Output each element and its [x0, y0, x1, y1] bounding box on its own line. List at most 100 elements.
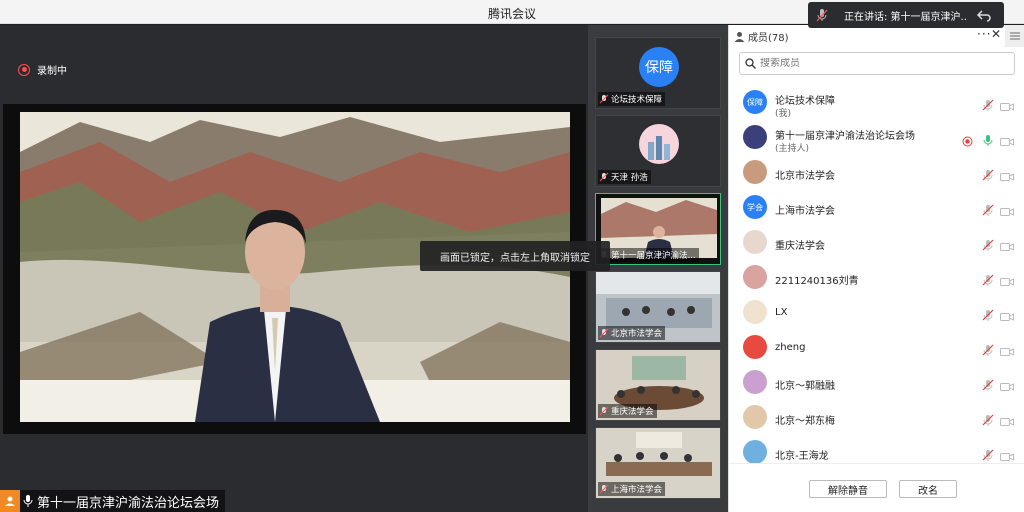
member-name: zheng [775, 342, 806, 353]
camera-icon[interactable] [1000, 237, 1014, 256]
member-name: 第十一届京津沪渝法治论坛会场 [775, 131, 915, 142]
avatar [743, 370, 767, 394]
mic-muted-icon [599, 328, 609, 338]
mic-icon[interactable] [982, 131, 994, 150]
lock-tooltip: 画面已锁定，点击左上角取消锁定 [420, 241, 610, 271]
avatar [743, 405, 767, 429]
member-search-box[interactable] [739, 52, 1015, 75]
avatar [743, 335, 767, 359]
mic-muted-icon[interactable] [982, 306, 994, 325]
mic-muted-icon[interactable] [982, 271, 994, 290]
member-row[interactable]: 北京～郑东梅 [729, 400, 1024, 435]
mic-muted-icon[interactable] [982, 166, 994, 185]
avatar: 保障 [639, 47, 679, 87]
thumbnail-tile[interactable]: 天津 孙浩 [595, 115, 721, 187]
member-name: 上海市法学会 [775, 206, 835, 217]
thumbnail-label: 天津 孙浩 [598, 170, 651, 184]
avatar [743, 300, 767, 324]
avatar [743, 230, 767, 254]
camera-icon[interactable] [1000, 342, 1014, 361]
thumbnail-tile[interactable]: 保障 论坛技术保障 [595, 37, 721, 109]
member-row[interactable]: 北京市法学会 [729, 155, 1024, 190]
member-name: LX [775, 307, 788, 318]
user-icon [0, 490, 20, 512]
mic-muted-icon[interactable] [982, 201, 994, 220]
mic-muted-icon[interactable] [982, 236, 994, 255]
camera-icon[interactable] [1000, 202, 1014, 221]
thumbnail-tile[interactable]: 北京市法学会 [595, 271, 721, 343]
camera-icon[interactable] [1000, 377, 1014, 396]
mic-muted-icon [599, 172, 609, 182]
main-video-name: 第十一届京津沪渝法治论坛会场 [37, 495, 220, 511]
camera-icon[interactable] [1000, 97, 1014, 116]
member-name: 重庆法学会 [775, 241, 825, 252]
avatar [743, 440, 767, 463]
thumbnail-tile[interactable]: 上海市法学会 [595, 427, 721, 499]
return-icon[interactable] [976, 7, 992, 23]
member-name: 北京-王海龙 [775, 451, 829, 462]
record-icon [18, 63, 30, 76]
member-row[interactable]: 2211240136刘青 [729, 260, 1024, 295]
member-name: 2211240136刘青 [775, 276, 859, 287]
member-row[interactable]: 保障 论坛技术保障 (我) [729, 85, 1024, 120]
mic-icon [23, 495, 33, 507]
menu-icon[interactable] [1005, 25, 1024, 47]
camera-icon[interactable] [1000, 272, 1014, 291]
member-name: 北京市法学会 [775, 171, 835, 182]
unmute-all-button[interactable]: 解除静音 [809, 480, 887, 498]
mic-muted-icon[interactable] [982, 341, 994, 360]
avatar: 学会 [743, 195, 767, 219]
member-name: 北京～郭融融 [775, 381, 835, 392]
user-icon [734, 31, 745, 42]
thumbnail-label: 北京市法学会 [598, 326, 666, 340]
mic-muted-icon[interactable] [982, 411, 994, 430]
member-role: (主持人) [775, 144, 810, 154]
search-input[interactable] [760, 58, 1000, 69]
member-list: 保障 论坛技术保障 (我) 第十一届京津沪渝法治论坛会场 (主持人) 北京市法学会学会 上海… [729, 85, 1024, 463]
member-row[interactable]: 第十一届京津沪渝法治论坛会场 (主持人) [729, 120, 1024, 155]
mic-muted-icon [599, 406, 609, 416]
camera-icon[interactable] [1000, 447, 1014, 463]
thumbnail-tile[interactable]: 第十一届京津沪渝法... [595, 193, 721, 265]
avatar: 保障 [743, 90, 767, 114]
main-video-name-label: 第十一届京津沪渝法治论坛会场 [0, 490, 226, 512]
thumbnail-label: 第十一届京津沪渝法... [598, 248, 699, 262]
member-row[interactable]: 北京-王海龙 [729, 435, 1024, 463]
mic-muted-icon[interactable] [982, 446, 994, 463]
mic-muted-icon [599, 484, 609, 494]
mic-icon [816, 9, 828, 22]
camera-icon[interactable] [1000, 132, 1014, 151]
member-name: 北京～郑东梅 [775, 416, 835, 427]
more-icon[interactable]: ··· [977, 27, 991, 41]
members-count: 成员(78) [734, 29, 789, 44]
close-icon[interactable]: ✕ [991, 27, 1001, 41]
speaking-banner[interactable]: 正在讲话: 第十一届京津沪... [808, 2, 1004, 28]
rename-button[interactable]: 改名 [899, 480, 957, 498]
member-row[interactable]: zheng [729, 330, 1024, 365]
members-footer: 解除静音 改名 [729, 463, 1024, 512]
recording-icon [962, 132, 973, 151]
recording-indicator[interactable]: 录制中 [18, 62, 67, 77]
avatar [743, 265, 767, 289]
member-row[interactable]: 北京～郭融融 [729, 365, 1024, 400]
members-panel-header: 成员(78) ··· ✕ [729, 25, 1024, 47]
camera-icon[interactable] [1000, 307, 1014, 326]
search-icon [745, 58, 756, 69]
member-row[interactable]: LX [729, 295, 1024, 330]
thumbnail-label: 重庆法学会 [598, 404, 657, 418]
mic-muted-icon [599, 94, 609, 104]
thumbnail-tile[interactable]: 重庆法学会 [595, 349, 721, 421]
thumbnail-label: 上海市法学会 [598, 482, 666, 496]
member-row[interactable]: 重庆法学会 [729, 225, 1024, 260]
member-role: (我) [775, 109, 792, 119]
avatar [743, 160, 767, 184]
camera-icon[interactable] [1000, 412, 1014, 431]
member-name: 论坛技术保障 [775, 96, 835, 107]
member-row[interactable]: 学会 上海市法学会 [729, 190, 1024, 225]
mic-muted-icon[interactable] [982, 376, 994, 395]
mic-muted-icon[interactable] [982, 96, 994, 115]
avatar [743, 125, 767, 149]
recording-label: 录制中 [37, 66, 67, 77]
camera-icon[interactable] [1000, 167, 1014, 186]
speaking-text: 正在讲话: 第十一届京津沪... [844, 11, 968, 23]
